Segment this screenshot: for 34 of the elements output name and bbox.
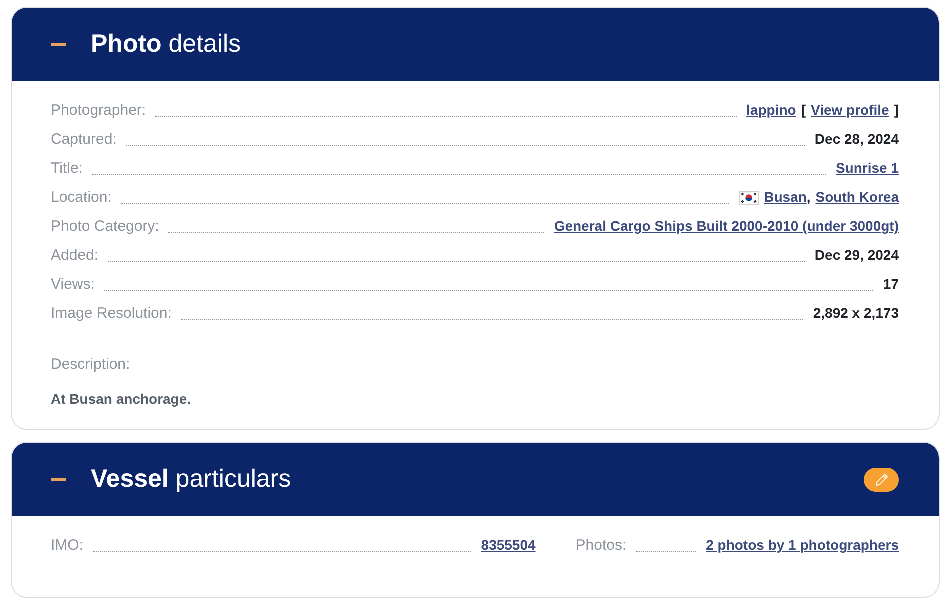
flag-icon bbox=[739, 190, 760, 204]
description-label: Description: bbox=[51, 355, 132, 375]
minus-icon[interactable] bbox=[51, 43, 66, 46]
minus-icon[interactable] bbox=[51, 478, 66, 481]
field-label: Views: bbox=[51, 275, 95, 295]
field-label: Title: bbox=[51, 159, 83, 179]
panel-title: Photo details bbox=[91, 28, 242, 60]
field-label: IMO: bbox=[51, 536, 84, 556]
value-link[interactable]: General Cargo Ships Built 2000-2010 (under 3000gt) bbox=[554, 212, 899, 241]
pencil-icon bbox=[874, 472, 888, 486]
field-value: Dec 29, 2024 bbox=[814, 246, 899, 265]
field-label: Image Resolution: bbox=[51, 304, 172, 324]
field-label: Added: bbox=[51, 246, 99, 266]
field-label: Photos: bbox=[576, 536, 627, 556]
bracket-text: ] bbox=[894, 101, 899, 120]
field-value: 17 bbox=[883, 275, 899, 294]
edit-button[interactable] bbox=[864, 468, 899, 492]
field-label: Photo Category: bbox=[51, 217, 160, 237]
value-link[interactable]: Busan bbox=[764, 183, 807, 212]
value-link[interactable]: Sunrise 1 bbox=[836, 154, 899, 183]
value-link[interactable]: 8355504 bbox=[481, 531, 536, 560]
value-link[interactable]: lappino bbox=[746, 96, 796, 125]
value-link[interactable]: 2 photos by 1 photographers bbox=[706, 531, 899, 560]
value-link[interactable]: South Korea bbox=[816, 183, 899, 212]
field-value: 2,892 x 2,173 bbox=[813, 304, 899, 323]
value-link[interactable]: View profile bbox=[811, 96, 890, 125]
field-label: Location: bbox=[51, 188, 112, 208]
bracket-text: [ bbox=[801, 101, 806, 120]
description-text: At Busan anchorage. bbox=[51, 390, 192, 409]
comma-text: , bbox=[806, 188, 811, 207]
field-label: Captured: bbox=[51, 130, 117, 150]
field-value: Dec 28, 2024 bbox=[814, 130, 899, 149]
panel-title: Vessel particulars bbox=[91, 464, 292, 495]
field-label: Photographer: bbox=[51, 101, 146, 121]
